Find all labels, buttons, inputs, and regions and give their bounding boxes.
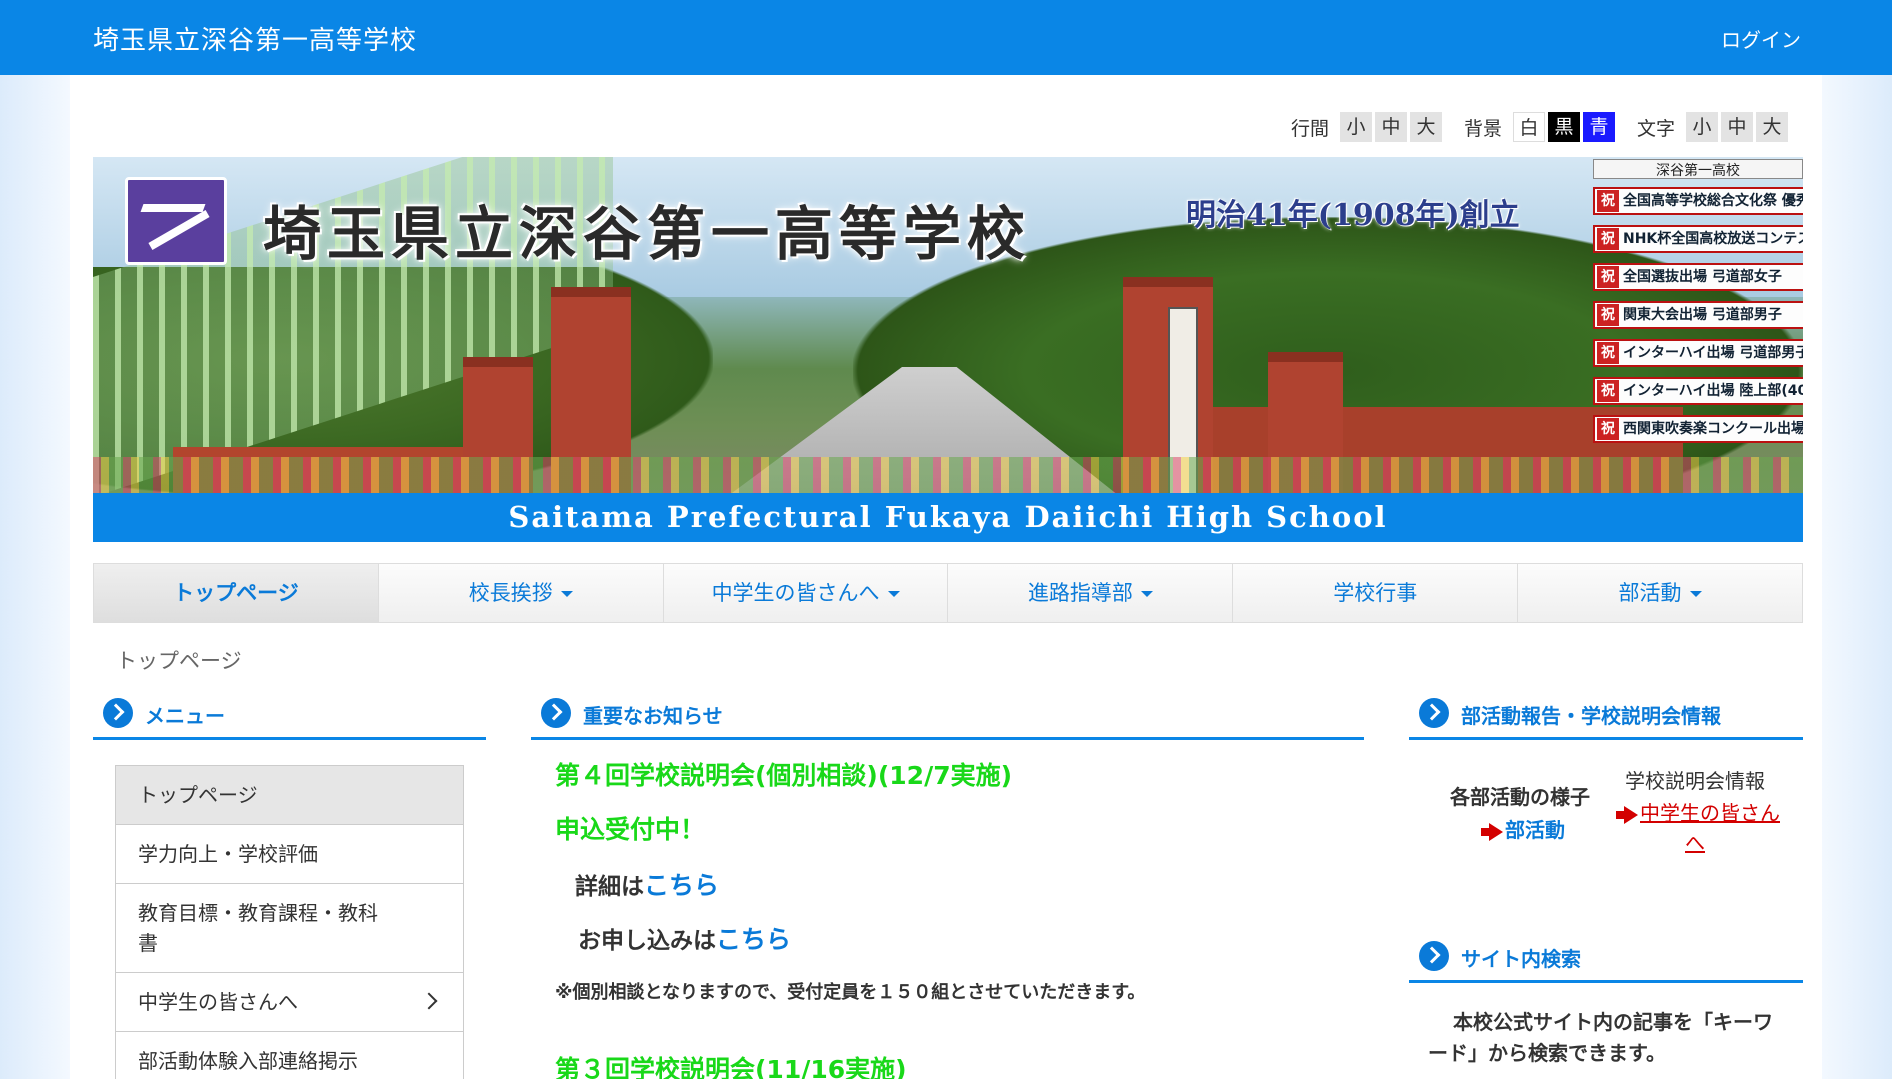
line-spacing-label: 行間 (1290, 117, 1329, 140)
important-notice: 第４回学校説明会(個別相談)(12/7実施) 申込受付中！ 詳細はこちら お申し… (555, 760, 1355, 1079)
achievement-sign: NHK杯全国高校放送コンテスト全国大会出場 放送 (1593, 225, 1803, 253)
header-banner: 埼玉県立深谷第一高等学校 明治41年(1908年)創立 深谷第一高校 全国高等学… (93, 157, 1803, 542)
nav-item-label: 進路指導部 (1027, 581, 1133, 605)
achievement-sign: 全国高等学校総合文化祭 優秀賞 放送 (1593, 187, 1803, 215)
line-spacing-small-button[interactable]: 小 (1339, 112, 1372, 142)
notice-apply-line: お申し込みはこちら (555, 920, 1355, 956)
next-notice-title: 第３回学校説明会(11/16実施) (555, 1055, 907, 1079)
background-blue-button[interactable]: 青 (1582, 112, 1615, 142)
text-small-button[interactable]: 小 (1686, 112, 1718, 142)
caret-down-icon (560, 591, 573, 597)
club-activity-link[interactable]: 部活動 (1505, 818, 1565, 842)
notice-detail-line: 詳細はこちら (555, 866, 1355, 902)
text-size-label: 文字 (1636, 117, 1675, 140)
detail-link[interactable]: こちら (644, 871, 719, 900)
nav-item-clubs[interactable]: 部活動 (1518, 564, 1802, 622)
text-medium-button[interactable]: 中 (1721, 112, 1753, 142)
search-description: 本校公式サイト内の記事を「キーワード」から検索できます。 (1428, 1010, 1773, 1065)
menu-item-label: 教育目標・教育課程・教科書 (138, 901, 378, 955)
red-arrow-icon (1481, 822, 1503, 841)
text-large-button[interactable]: 大 (1756, 112, 1788, 142)
menu-item-top[interactable]: トップページ (116, 766, 463, 825)
menu-item-academics[interactable]: 学力向上・学校評価 (116, 825, 463, 884)
nav-item-label: トップページ (173, 581, 299, 605)
school-logo-icon (125, 177, 227, 265)
info-session-link[interactable]: 中学生の皆さんへ (1640, 801, 1780, 855)
achievement-sign: インターハイ出場 陸上部(400ｍH) (1593, 377, 1803, 405)
notice-note: ※個別相談となりますので、受付定員を１５０組とさせていただきます。 (555, 982, 1146, 1003)
nav-item-label: 中学生の皆さんへ (711, 581, 880, 605)
nav-item-junior-high[interactable]: 中学生の皆さんへ (664, 564, 949, 622)
background-label: 背景 (1463, 117, 1502, 140)
menu-item-label: 学力向上・学校評価 (138, 842, 318, 866)
menu-item-label: 部活動体験入部連絡掲示 (138, 1049, 358, 1073)
menu-item-junior-high[interactable]: 中学生の皆さんへ (116, 973, 463, 1032)
detail-prefix: 詳細は (575, 874, 644, 900)
notice-heading-label: 重要なお知らせ (583, 704, 723, 728)
main-nav: トップページ 校長挨拶 中学生の皆さんへ 進路指導部 学校行事 部活動 (93, 563, 1803, 623)
display-settings: 行間 小 中 大 背景 白 黒 青 文字 小 中 大 (1269, 112, 1788, 142)
menu-item-curriculum[interactable]: 教育目標・教育課程・教科書 (116, 884, 463, 973)
site-name-link[interactable]: 埼玉県立深谷第一高等学校 (93, 20, 417, 57)
caret-down-icon (887, 591, 900, 597)
achievement-sign: インターハイ出場 弓道部男子 岩 (1593, 339, 1803, 367)
info-session-label: 学校説明会情報 (1625, 769, 1765, 793)
club-info-heading-label: 部活動報告・学校説明会情報 (1461, 704, 1721, 728)
nav-item-events[interactable]: 学校行事 (1233, 564, 1519, 622)
top-bar: 埼玉県立深谷第一高等学校 ログイン (0, 0, 1892, 75)
banner-english-name: Saitama Prefectural Fukaya Daiichi High … (93, 493, 1803, 542)
nav-item-label: 学校行事 (1333, 581, 1418, 605)
chevron-circle-icon (541, 698, 571, 728)
club-activity-label: 各部活動の様子 (1450, 785, 1590, 809)
search-heading-label: サイト内検索 (1461, 947, 1581, 971)
menu-item-label: トップページ (138, 783, 258, 807)
chevron-right-icon (420, 992, 438, 1010)
nav-item-label: 校長挨拶 (468, 581, 553, 605)
notice-status: 申込受付中！ (555, 815, 706, 844)
club-info-heading: 部活動報告・学校説明会情報 (1409, 698, 1803, 740)
achievement-banners: 深谷第一高校 全国高等学校総合文化祭 優秀賞 放送 NHK杯全国高校放送コンテス… (1593, 159, 1803, 459)
background-white-button[interactable]: 白 (1512, 112, 1545, 142)
chevron-circle-icon (103, 698, 133, 728)
menu-item-label: 中学生の皆さんへ (138, 990, 298, 1014)
achievement-sign-top: 深谷第一高校 (1593, 159, 1803, 179)
nav-item-label: 部活動 (1618, 581, 1682, 605)
background-black-button[interactable]: 黒 (1547, 112, 1580, 142)
chevron-circle-icon (1419, 941, 1449, 971)
notice-title: 第４回学校説明会(個別相談)(12/7実施) (555, 761, 1013, 790)
caret-down-icon (1140, 591, 1153, 597)
club-activity-block: 各部活動の様子 部活動 (1445, 781, 1595, 843)
line-spacing-large-button[interactable]: 大 (1409, 112, 1442, 142)
caret-down-icon (1689, 591, 1702, 597)
red-arrow-icon (1616, 805, 1638, 824)
apply-prefix: お申し込みは (578, 928, 716, 954)
search-heading: サイト内検索 (1409, 941, 1803, 983)
apply-link[interactable]: こちら (716, 925, 791, 954)
nav-item-top[interactable]: トップページ (94, 564, 379, 622)
side-menu: トップページ 学力向上・学校評価 教育目標・教育課程・教科書 中学生の皆さんへ … (115, 765, 464, 1079)
banner-title: 埼玉県立深谷第一高等学校 (263, 200, 1032, 268)
menu-heading-label: メニュー (145, 704, 225, 728)
chevron-circle-icon (1419, 698, 1449, 728)
nav-item-career[interactable]: 進路指導部 (948, 564, 1234, 622)
achievement-sign: 西関東吹奏楽コンクール出場 吹 (1593, 415, 1803, 443)
line-spacing-medium-button[interactable]: 中 (1374, 112, 1407, 142)
achievement-sign: 全国選抜出場 弓道部女子 (1593, 263, 1803, 291)
login-link[interactable]: ログイン (1721, 24, 1801, 53)
achievement-sign: 関東大会出場 弓道部男子 (1593, 301, 1803, 329)
banner-founded: 明治41年(1908年)創立 (1186, 198, 1520, 233)
breadcrumb: トップページ (116, 649, 242, 673)
info-session-block: 学校説明会情報 中学生の皆さんへ (1605, 765, 1785, 858)
banner-flowers (93, 457, 1803, 497)
menu-heading: メニュー (93, 698, 486, 740)
nav-item-principal[interactable]: 校長挨拶 (379, 564, 664, 622)
menu-item-club-trial[interactable]: 部活動体験入部連絡掲示 (116, 1032, 463, 1079)
notice-heading: 重要なお知らせ (531, 698, 1364, 740)
